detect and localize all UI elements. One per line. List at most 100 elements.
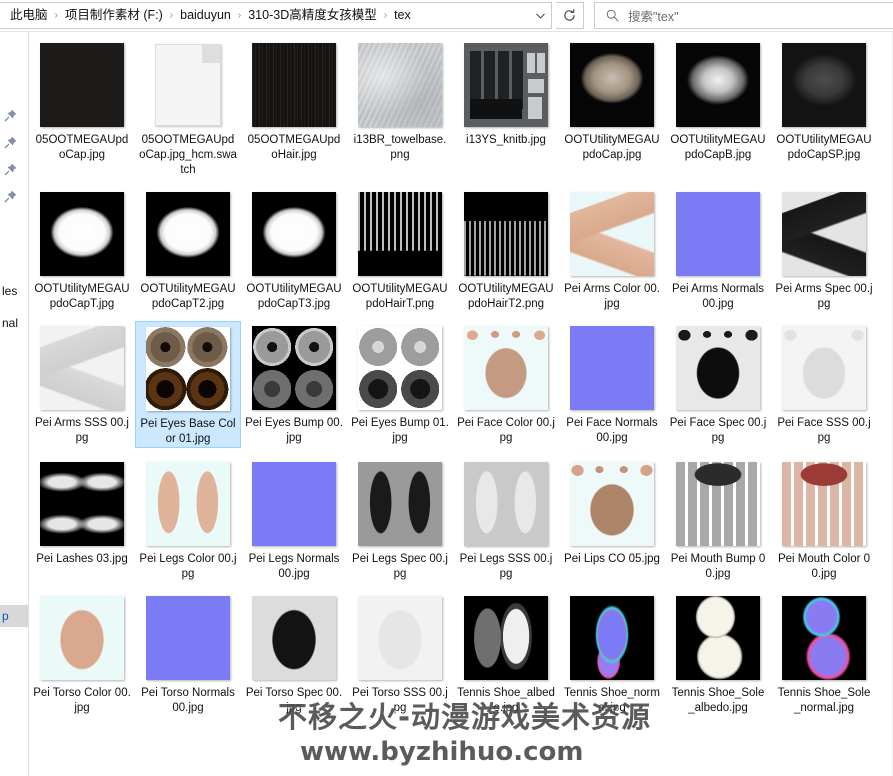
file-item[interactable]: i13BR_towelbase.png xyxy=(347,38,453,178)
file-item[interactable]: OOTUtilityMEGAUpdoCapT.jpg xyxy=(29,187,135,312)
file-thumbnail xyxy=(570,326,654,410)
thumbnail-image xyxy=(146,192,230,276)
chevron-down-icon[interactable] xyxy=(529,3,551,28)
file-name-label: Pei Face Normals 00.jpg xyxy=(566,417,658,444)
file-item[interactable]: Pei Eyes Bump 01.jpg xyxy=(347,321,453,448)
file-thumbnail xyxy=(40,462,124,546)
file-thumbnail xyxy=(146,43,230,127)
file-item[interactable]: Pei Mouth Color 00.jpg xyxy=(771,457,877,582)
address-bar[interactable]: 此电脑 › 项目制作素材 (F:) › baiduyun › 310-3D高精度女孩模型 › t… xyxy=(0,2,552,29)
file-item[interactable]: i13YS_knitb.jpg xyxy=(453,38,559,178)
file-item[interactable]: Pei Legs Color 00.jpg xyxy=(135,457,241,582)
thumbnail-image xyxy=(676,462,760,546)
file-name-label: Tennis Shoe_Sole_normal.jpg xyxy=(777,687,871,714)
file-item[interactable]: OOTUtilityMEGAUpdoCapB.jpg xyxy=(665,38,771,178)
file-item[interactable]: Pei Legs Normals 00.jpg xyxy=(241,457,347,582)
breadcrumb-item[interactable]: 项目制作素材 (F:) xyxy=(63,7,165,24)
breadcrumb-item[interactable]: 此电脑 xyxy=(8,7,50,24)
sidebar-item[interactable] xyxy=(0,158,29,180)
breadcrumb-item[interactable]: tex xyxy=(392,7,413,24)
thumbnail-image xyxy=(676,43,760,127)
file-name-label: Pei Arms SSS 00.jpg xyxy=(35,417,129,444)
swatch-file-icon xyxy=(155,44,221,126)
thumbnail-image xyxy=(782,326,866,410)
file-item[interactable]: Pei Legs SSS 00.jpg xyxy=(453,457,559,582)
file-grid: 05OOTMEGAUpdoCap.jpg 05OOTMEGAUpdoCap.jpg… xyxy=(29,32,893,725)
file-item[interactable]: Pei Torso Color 00.jpg xyxy=(29,591,135,716)
breadcrumb-item[interactable]: baiduyun xyxy=(178,7,233,24)
thumbnail-image xyxy=(40,596,124,680)
file-item[interactable]: Tennis Shoe_normal.jpg xyxy=(559,591,665,716)
sidebar-item[interactable] xyxy=(0,104,29,126)
file-item[interactable]: Pei Arms SSS 00.jpg xyxy=(29,321,135,448)
file-name-label: OOTUtilityMEGAUpdoCapB.jpg xyxy=(670,134,766,161)
file-item[interactable]: Pei Torso SSS 00.jpg xyxy=(347,591,453,716)
file-thumbnail xyxy=(676,192,760,276)
file-item[interactable]: Tennis Shoe_Sole_normal.jpg xyxy=(771,591,877,716)
file-name-label: Tennis Shoe_albedo.jpg xyxy=(457,687,555,714)
file-item[interactable]: OOTUtilityMEGAUpdoHairT2.png xyxy=(453,187,559,312)
file-name-label: 05OOTMEGAUpdoCap.jpg xyxy=(35,134,129,161)
file-name-label: OOTUtilityMEGAUpdoHairT.png xyxy=(352,283,448,310)
file-thumbnail xyxy=(40,192,124,276)
file-item[interactable]: OOTUtilityMEGAUpdoHairT.png xyxy=(347,187,453,312)
thumbnail-image xyxy=(464,596,548,680)
breadcrumb-item[interactable]: 310-3D高精度女孩模型 xyxy=(246,7,379,24)
file-item[interactable]: 05OOTMEGAUpdoCap.jpg xyxy=(29,38,135,178)
file-item[interactable]: Pei Arms Normals 00.jpg xyxy=(665,187,771,312)
file-item[interactable]: Pei Torso Normals 00.jpg xyxy=(135,591,241,716)
file-thumbnail xyxy=(676,462,760,546)
thumbnail-image xyxy=(252,326,336,410)
file-item[interactable]: 05OOTMEGAUpdoCap.jpg_hcm.swatch xyxy=(135,38,241,178)
file-thumbnail xyxy=(782,462,866,546)
pin-icon xyxy=(4,136,17,149)
file-list-view[interactable]: 05OOTMEGAUpdoCap.jpg 05OOTMEGAUpdoCap.jpg… xyxy=(29,32,893,776)
file-item[interactable]: Pei Face Color 00.jpg xyxy=(453,321,559,448)
file-thumbnail xyxy=(146,192,230,276)
file-item[interactable]: Pei Face Spec 00.jpg xyxy=(665,321,771,448)
file-name-label: Pei Eyes Bump 00.jpg xyxy=(245,417,343,444)
file-thumbnail xyxy=(782,326,866,410)
file-thumbnail xyxy=(146,462,230,546)
file-item[interactable]: Pei Torso Spec 00.jpg xyxy=(241,591,347,716)
pin-icon xyxy=(4,163,17,176)
file-item[interactable]: Pei Lips CO 05.jpg xyxy=(559,457,665,582)
thumbnail-image xyxy=(676,596,760,680)
file-thumbnail xyxy=(464,462,548,546)
sidebar-item[interactable]: nal xyxy=(0,312,29,334)
sidebar-item[interactable]: les xyxy=(0,280,29,302)
file-item[interactable]: Pei Eyes Bump 00.jpg xyxy=(241,321,347,448)
thumbnail-image xyxy=(676,192,760,276)
file-item[interactable]: Pei Legs Spec 00.jpg xyxy=(347,457,453,582)
file-item[interactable]: Tennis Shoe_Sole_albedo.jpg xyxy=(665,591,771,716)
file-item[interactable]: Pei Arms Spec 00.jpg xyxy=(771,187,877,312)
sidebar-item[interactable] xyxy=(0,185,29,207)
search-input[interactable]: 搜索"tex" xyxy=(628,6,679,25)
search-box[interactable]: 搜索"tex" xyxy=(594,2,893,29)
file-item[interactable]: Pei Arms Color 00.jpg xyxy=(559,187,665,312)
thumbnail-image xyxy=(252,596,336,680)
file-name-label: Pei Torso Color 00.jpg xyxy=(33,687,131,714)
thumbnail-image xyxy=(570,596,654,680)
file-item[interactable]: Pei Mouth Bump 00.jpg xyxy=(665,457,771,582)
file-item[interactable]: 05OOTMEGAUpdoHair.jpg xyxy=(241,38,347,178)
file-thumbnail xyxy=(464,43,548,127)
file-item[interactable]: OOTUtilityMEGAUpdoCapSP.jpg xyxy=(771,38,877,178)
file-item[interactable]: OOTUtilityMEGAUpdoCapT2.jpg xyxy=(135,187,241,312)
sidebar-item[interactable] xyxy=(0,131,29,153)
file-thumbnail xyxy=(570,462,654,546)
file-item[interactable]: Pei Face SSS 00.jpg xyxy=(771,321,877,448)
pin-icon xyxy=(4,190,17,203)
file-name-label: Pei Arms Color 00.jpg xyxy=(564,283,660,310)
file-item[interactable]: OOTUtilityMEGAUpdoCap.jpg xyxy=(559,38,665,178)
sidebar-item[interactable]: p xyxy=(0,605,29,627)
file-item[interactable]: Pei Face Normals 00.jpg xyxy=(559,321,665,448)
refresh-button[interactable] xyxy=(556,2,584,29)
file-name-label: OOTUtilityMEGAUpdoCapT3.jpg xyxy=(246,283,342,310)
file-item[interactable]: Tennis Shoe_albedo.jpg xyxy=(453,591,559,716)
file-name-label: Pei Lashes 03.jpg xyxy=(36,553,128,565)
file-item[interactable]: OOTUtilityMEGAUpdoCapT3.jpg xyxy=(241,187,347,312)
file-item-selected[interactable]: Pei Eyes Base Color 01.jpg xyxy=(135,321,241,448)
file-item[interactable]: Pei Lashes 03.jpg xyxy=(29,457,135,582)
navigation-pane[interactable]: les nal p xyxy=(0,32,29,776)
